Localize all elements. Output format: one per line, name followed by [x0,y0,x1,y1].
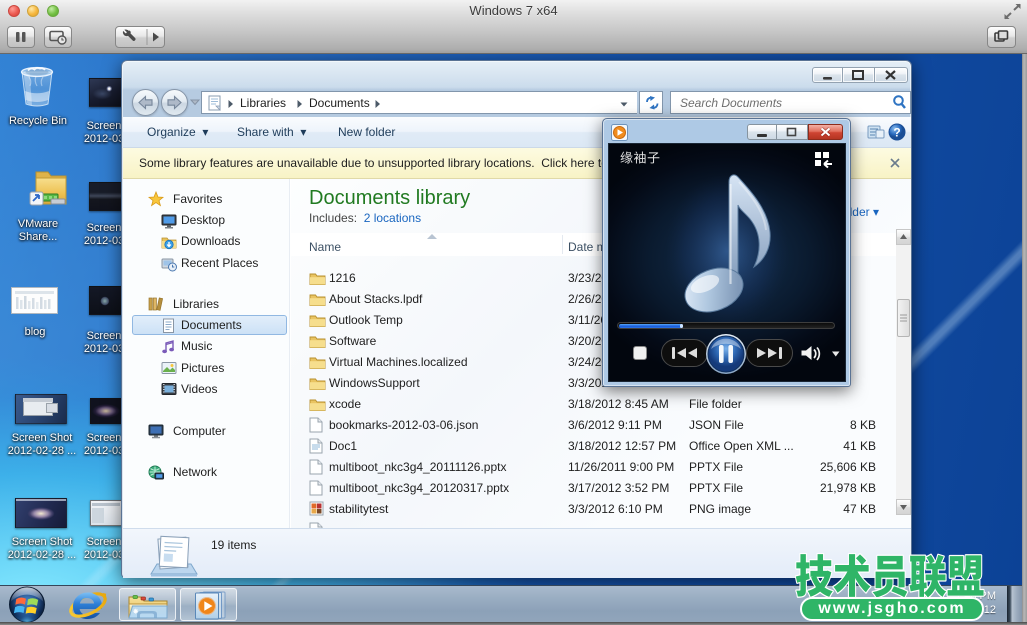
svg-text:?: ? [893,126,900,140]
